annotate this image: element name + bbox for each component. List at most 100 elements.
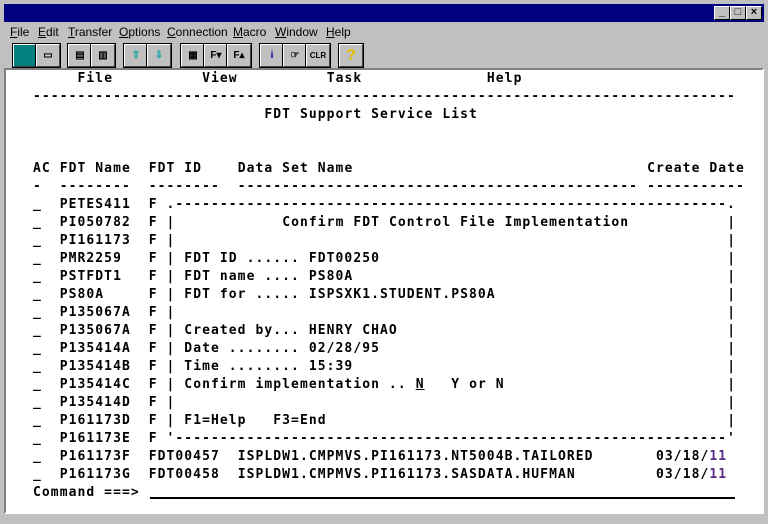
- header-dashes-id: --------: [148, 179, 220, 194]
- action-code-field[interactable]: _: [33, 233, 42, 249]
- menu-file[interactable]: File: [10, 25, 29, 39]
- display-icon[interactable]: [12, 43, 38, 68]
- help-icon[interactable]: ?: [338, 43, 364, 68]
- action-code-field[interactable]: _: [33, 449, 42, 465]
- confirm-implementation-input[interactable]: N: [416, 377, 425, 393]
- pointer-hand-icon[interactable]: ☞: [282, 43, 308, 68]
- popup-side-border: |: [166, 269, 176, 284]
- action-code-field[interactable]: _: [33, 431, 42, 447]
- minimize-button[interactable]: _: [714, 6, 730, 20]
- print-icon[interactable]: ▭: [35, 43, 61, 68]
- popup-side-border: |: [727, 359, 737, 374]
- popup-side-border: |: [166, 377, 176, 392]
- action-file[interactable]: File: [78, 71, 114, 87]
- color-map-icon[interactable]: ▦: [180, 43, 206, 68]
- popup-confirm-label: Confirm implementation ..: [184, 377, 407, 392]
- toolbar: ▭ ▤ ▥ ⇧ ⇩ ▦ F▾ F▴ i ☞ CLR ?: [4, 43, 764, 68]
- info-icon[interactable]: i: [259, 43, 285, 68]
- action-code-field[interactable]: _: [33, 197, 42, 213]
- popup-side-border: |: [166, 251, 176, 266]
- fdt-name: P135414C: [59, 377, 131, 392]
- popup-date: Date ........ 02/28/95: [184, 341, 381, 356]
- clear-icon[interactable]: CLR: [305, 43, 331, 68]
- title-bar: _ □ ×: [4, 4, 764, 22]
- receive-file-icon[interactable]: ⇩: [146, 43, 172, 68]
- action-code-field[interactable]: _: [33, 467, 42, 483]
- popup-side-border: |: [166, 341, 176, 356]
- menu-options[interactable]: Options: [119, 25, 160, 39]
- popup-top-border: .---------------------------------------…: [166, 197, 736, 212]
- menu-transfer[interactable]: Transfer: [68, 25, 112, 39]
- action-view[interactable]: View: [202, 71, 238, 87]
- header-name: FDT Name: [59, 161, 131, 176]
- action-code-field[interactable]: _: [33, 395, 42, 411]
- action-help[interactable]: Help: [487, 71, 523, 87]
- separator-line: ----------------------------------------…: [33, 89, 736, 104]
- popup-fdt-id: FDT ID ...... FDT00250: [184, 251, 381, 266]
- font-up-icon[interactable]: F▴: [226, 43, 252, 68]
- popup-side-border: |: [166, 413, 176, 428]
- action-code-field[interactable]: _: [33, 287, 42, 303]
- action-code-field[interactable]: _: [33, 341, 42, 357]
- action-code-field[interactable]: _: [33, 251, 42, 267]
- create-date: 03/18/: [656, 449, 710, 464]
- maximize-button[interactable]: □: [730, 6, 746, 20]
- fdt-id: F: [148, 359, 158, 374]
- fdt-name: PS80A: [59, 287, 105, 302]
- popup-side-border: |: [727, 269, 737, 284]
- fdt-id: FDT00457: [148, 449, 220, 464]
- header-dashes-ac: -: [33, 179, 42, 194]
- fdt-name: P161173D: [59, 413, 131, 428]
- send-file-icon[interactable]: ⇧: [123, 43, 149, 68]
- terminal-screen[interactable]: File View Task Help --------------------…: [4, 68, 764, 514]
- popup-title: Confirm FDT Control File Implementation: [282, 215, 630, 230]
- menu-help[interactable]: Help: [326, 25, 351, 39]
- popup-side-border: |: [166, 359, 176, 374]
- fdt-name: P135067A: [59, 323, 131, 338]
- action-code-field[interactable]: _: [33, 323, 42, 339]
- command-input[interactable]: [150, 497, 735, 499]
- fdt-id: F: [148, 287, 158, 302]
- fdt-name: P135414A: [59, 341, 131, 356]
- popup-side-border: |: [727, 413, 737, 428]
- fdt-name: P135414B: [59, 359, 131, 374]
- menu-window[interactable]: Window: [275, 25, 318, 39]
- popup-side-border: |: [166, 395, 176, 410]
- fdt-id: F: [148, 323, 158, 338]
- create-date-year: 11: [709, 449, 728, 464]
- fdt-name: PSTFDT1: [59, 269, 122, 284]
- fdt-name: PMR2259: [59, 251, 122, 266]
- menu-macro[interactable]: Macro: [233, 25, 266, 39]
- popup-side-border: |: [166, 233, 176, 248]
- popup-side-border: |: [727, 305, 737, 320]
- font-down-icon[interactable]: F▾: [203, 43, 229, 68]
- action-code-field[interactable]: _: [33, 377, 42, 393]
- fdt-name: P161173F: [59, 449, 131, 464]
- popup-function-keys[interactable]: F1=Help F3=End: [184, 413, 326, 429]
- action-task[interactable]: Task: [327, 71, 363, 87]
- action-code-field[interactable]: _: [33, 269, 42, 285]
- popup-side-border: |: [166, 287, 176, 302]
- header-dashes-date: -----------: [647, 179, 745, 194]
- menu-edit[interactable]: Edit: [38, 25, 59, 39]
- page-title: FDT Support Service List: [264, 107, 478, 122]
- header-id: FDT ID: [148, 161, 203, 176]
- create-date-year: 11: [709, 467, 728, 482]
- popup-side-border: |: [727, 395, 737, 410]
- action-code-field[interactable]: _: [33, 305, 42, 321]
- fdt-id: F: [148, 251, 158, 266]
- close-button[interactable]: ×: [746, 6, 762, 20]
- menu-connection[interactable]: Connection: [167, 25, 228, 39]
- copy-icon[interactable]: ▤: [67, 43, 93, 68]
- create-date: 03/18/: [656, 467, 710, 482]
- popup-side-border: |: [166, 323, 176, 338]
- popup-side-border: |: [727, 341, 737, 356]
- fdt-id: F: [148, 431, 158, 446]
- fdt-id: F: [148, 233, 158, 248]
- command-label: Command ===>: [33, 485, 140, 500]
- action-code-field[interactable]: _: [33, 359, 42, 375]
- fdt-name: PI050782: [59, 215, 131, 230]
- action-code-field[interactable]: _: [33, 413, 42, 429]
- paste-icon[interactable]: ▥: [90, 43, 116, 68]
- action-code-field[interactable]: _: [33, 215, 42, 231]
